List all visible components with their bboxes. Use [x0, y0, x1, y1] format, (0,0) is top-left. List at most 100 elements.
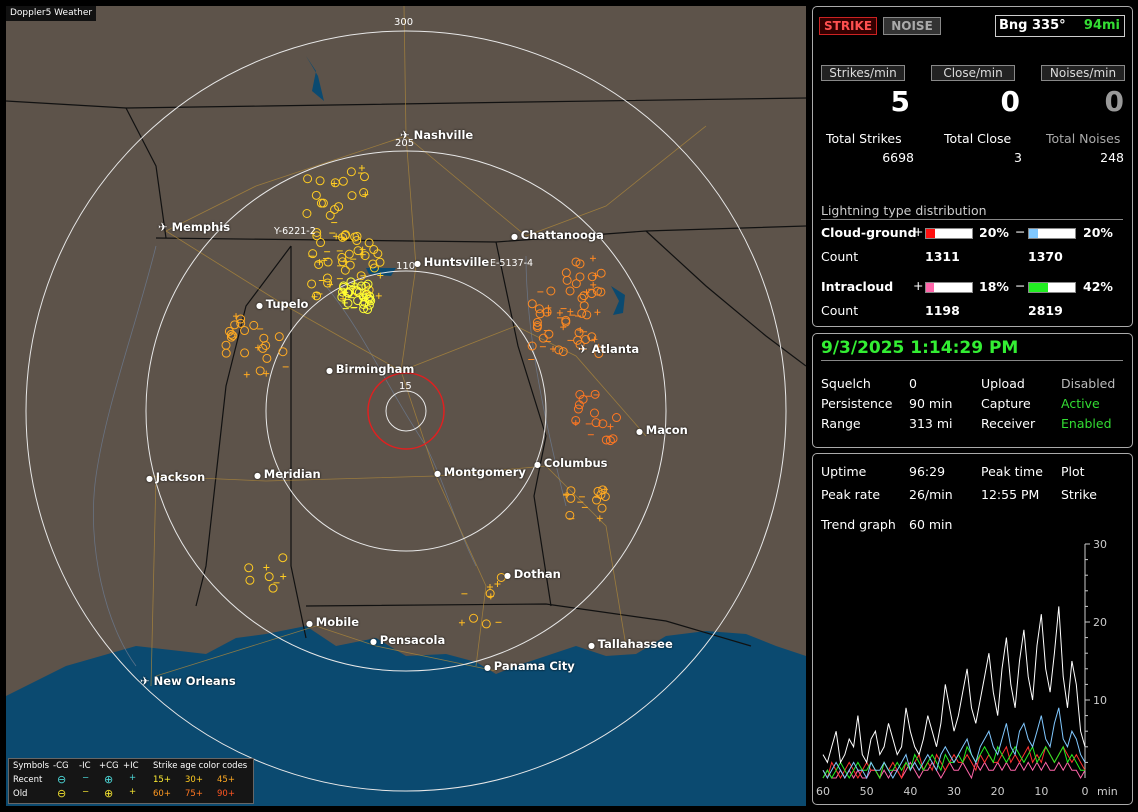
- cg-positive-pct: 20%: [979, 225, 1009, 240]
- strike-marker: [280, 573, 287, 580]
- plot-value: Strike: [1061, 487, 1097, 502]
- x-tick-label: 10: [1034, 785, 1048, 798]
- city-dothan: ● Dothan: [504, 567, 561, 581]
- strike-marker: [259, 333, 269, 343]
- strike-marker: [458, 619, 465, 626]
- city-label: Chattanooga: [520, 228, 604, 242]
- peak-time-label: Peak time: [981, 464, 1043, 479]
- strike-marker: [274, 332, 284, 342]
- city-label: Pensacola: [379, 633, 446, 647]
- legend-col-neg-cg: -CG: [53, 761, 69, 771]
- ic-positive-pct: 18%: [979, 279, 1009, 294]
- city-label: Jackson: [155, 470, 206, 484]
- ic-label: Intracloud: [821, 279, 894, 294]
- strike-marker: [565, 286, 575, 296]
- strike-marker: [221, 348, 231, 358]
- strike-marker: [278, 553, 288, 563]
- city-birmingham: ● Birmingham: [326, 362, 414, 376]
- city-pensacola: ● Pensacola: [370, 633, 445, 647]
- x-tick-label: 40: [903, 785, 917, 798]
- city-label: Huntsville: [423, 255, 490, 269]
- strike-marker: [558, 347, 568, 357]
- age-90: 90+: [217, 789, 235, 799]
- total-close-label: Total Close: [944, 131, 1012, 146]
- persistence-label: Persistence: [821, 396, 893, 411]
- city-panama-city: ● Panama City: [484, 659, 575, 673]
- squelch-label: Squelch: [821, 376, 871, 391]
- trend-graph-label: Trend graph: [821, 517, 896, 532]
- city-label: Dothan: [513, 567, 561, 581]
- city-label: New Orleans: [153, 674, 236, 688]
- ic-negative-bar: [1028, 282, 1076, 293]
- strike-marker: [307, 279, 317, 289]
- city-columbus: ● Columbus: [534, 456, 607, 470]
- y-tick-label: 10: [1093, 694, 1107, 707]
- strike-marker: [486, 583, 493, 590]
- city-tupelo: ● Tupelo: [256, 297, 308, 311]
- receiver-label: Receiver: [981, 416, 1036, 431]
- city-label: Memphis: [171, 220, 231, 234]
- x-tick-label: 0: [1082, 785, 1089, 798]
- lake: [611, 286, 625, 315]
- plot-label: Plot: [1061, 464, 1085, 479]
- city-dot-icon: ●: [306, 619, 316, 628]
- strike-marker: [571, 279, 581, 289]
- city-label: Meridian: [263, 467, 321, 481]
- city-label: Nashville: [413, 128, 474, 142]
- age-60: 60+: [153, 789, 171, 799]
- strike-marker: [268, 583, 278, 593]
- noise-mode-button[interactable]: NOISE: [883, 17, 941, 35]
- counter-panel: STRIKE NOISE Bng 335° 94mi Strikes/min C…: [812, 6, 1133, 327]
- strike-marker: [240, 326, 250, 336]
- divider: [821, 360, 1123, 361]
- close-per-min-value: 0: [1000, 85, 1020, 118]
- city-dot-icon: ●: [370, 637, 380, 646]
- peak-time-value: 12:55 PM: [981, 487, 1040, 502]
- strike-marker: [590, 281, 597, 288]
- city-dot-icon: ●: [254, 471, 264, 480]
- neg-cg-old-icon: ⊖: [57, 787, 67, 800]
- strike-marker: [590, 389, 600, 399]
- strike-marker: [589, 255, 596, 262]
- strike-marker: [344, 249, 354, 259]
- ic-positive-count: 1198: [925, 303, 960, 318]
- strike-marker: [312, 291, 322, 301]
- strike-mode-button[interactable]: STRIKE: [819, 17, 877, 35]
- strike-marker: [546, 286, 556, 296]
- pos-cg-recent-icon: ⊕: [104, 773, 114, 786]
- cg-positive-count: 1311: [925, 249, 960, 264]
- strike-marker: [278, 347, 288, 357]
- cg-plus-sign: +: [913, 224, 924, 239]
- range-label-15: 15: [399, 381, 412, 392]
- strike-marker: [594, 309, 601, 316]
- strike-marker: [577, 308, 587, 318]
- receiver-value: Enabled: [1061, 416, 1112, 431]
- city-macon: ● Macon: [636, 423, 688, 437]
- legend-col-pos-ic: +IC: [123, 761, 139, 771]
- strike-marker: [481, 619, 491, 629]
- trend-graph: 30 20 10 60 50 40 30 20 10 0 min: [816, 538, 1118, 798]
- total-strikes-label: Total Strikes: [826, 131, 902, 146]
- range-label: Range: [821, 416, 861, 431]
- age-30: 30+: [185, 775, 203, 785]
- peak-rate-value: 26/min: [909, 487, 953, 502]
- strike-marker: [262, 353, 272, 363]
- strike-marker: [264, 572, 274, 582]
- strike-marker: [579, 301, 589, 311]
- cg-negative-count: 1370: [1028, 249, 1063, 264]
- map-legend: Symbols -CG -IC +CG +IC Strike age color…: [8, 758, 254, 804]
- strike-marker: [325, 210, 335, 220]
- neg-cg-recent-icon: ⊖: [57, 773, 67, 786]
- strike-marker: [532, 322, 542, 332]
- city-dot-icon: ●: [326, 366, 336, 375]
- strike-marker: [566, 493, 576, 503]
- strike-marker: [527, 299, 537, 309]
- city-chattanooga: ● Chattanooga: [511, 228, 604, 242]
- strike-marker: [353, 246, 363, 256]
- strike-marker: [583, 289, 590, 296]
- legend-symbols-label: Symbols: [13, 761, 50, 771]
- city-dot-icon: ●: [504, 571, 514, 580]
- range-label-300: 300: [394, 17, 414, 28]
- city-label: Panama City: [493, 659, 575, 673]
- lightning-map[interactable]: Doppler5 Weather 300 205 110 15 Y-6221-2…: [6, 6, 806, 806]
